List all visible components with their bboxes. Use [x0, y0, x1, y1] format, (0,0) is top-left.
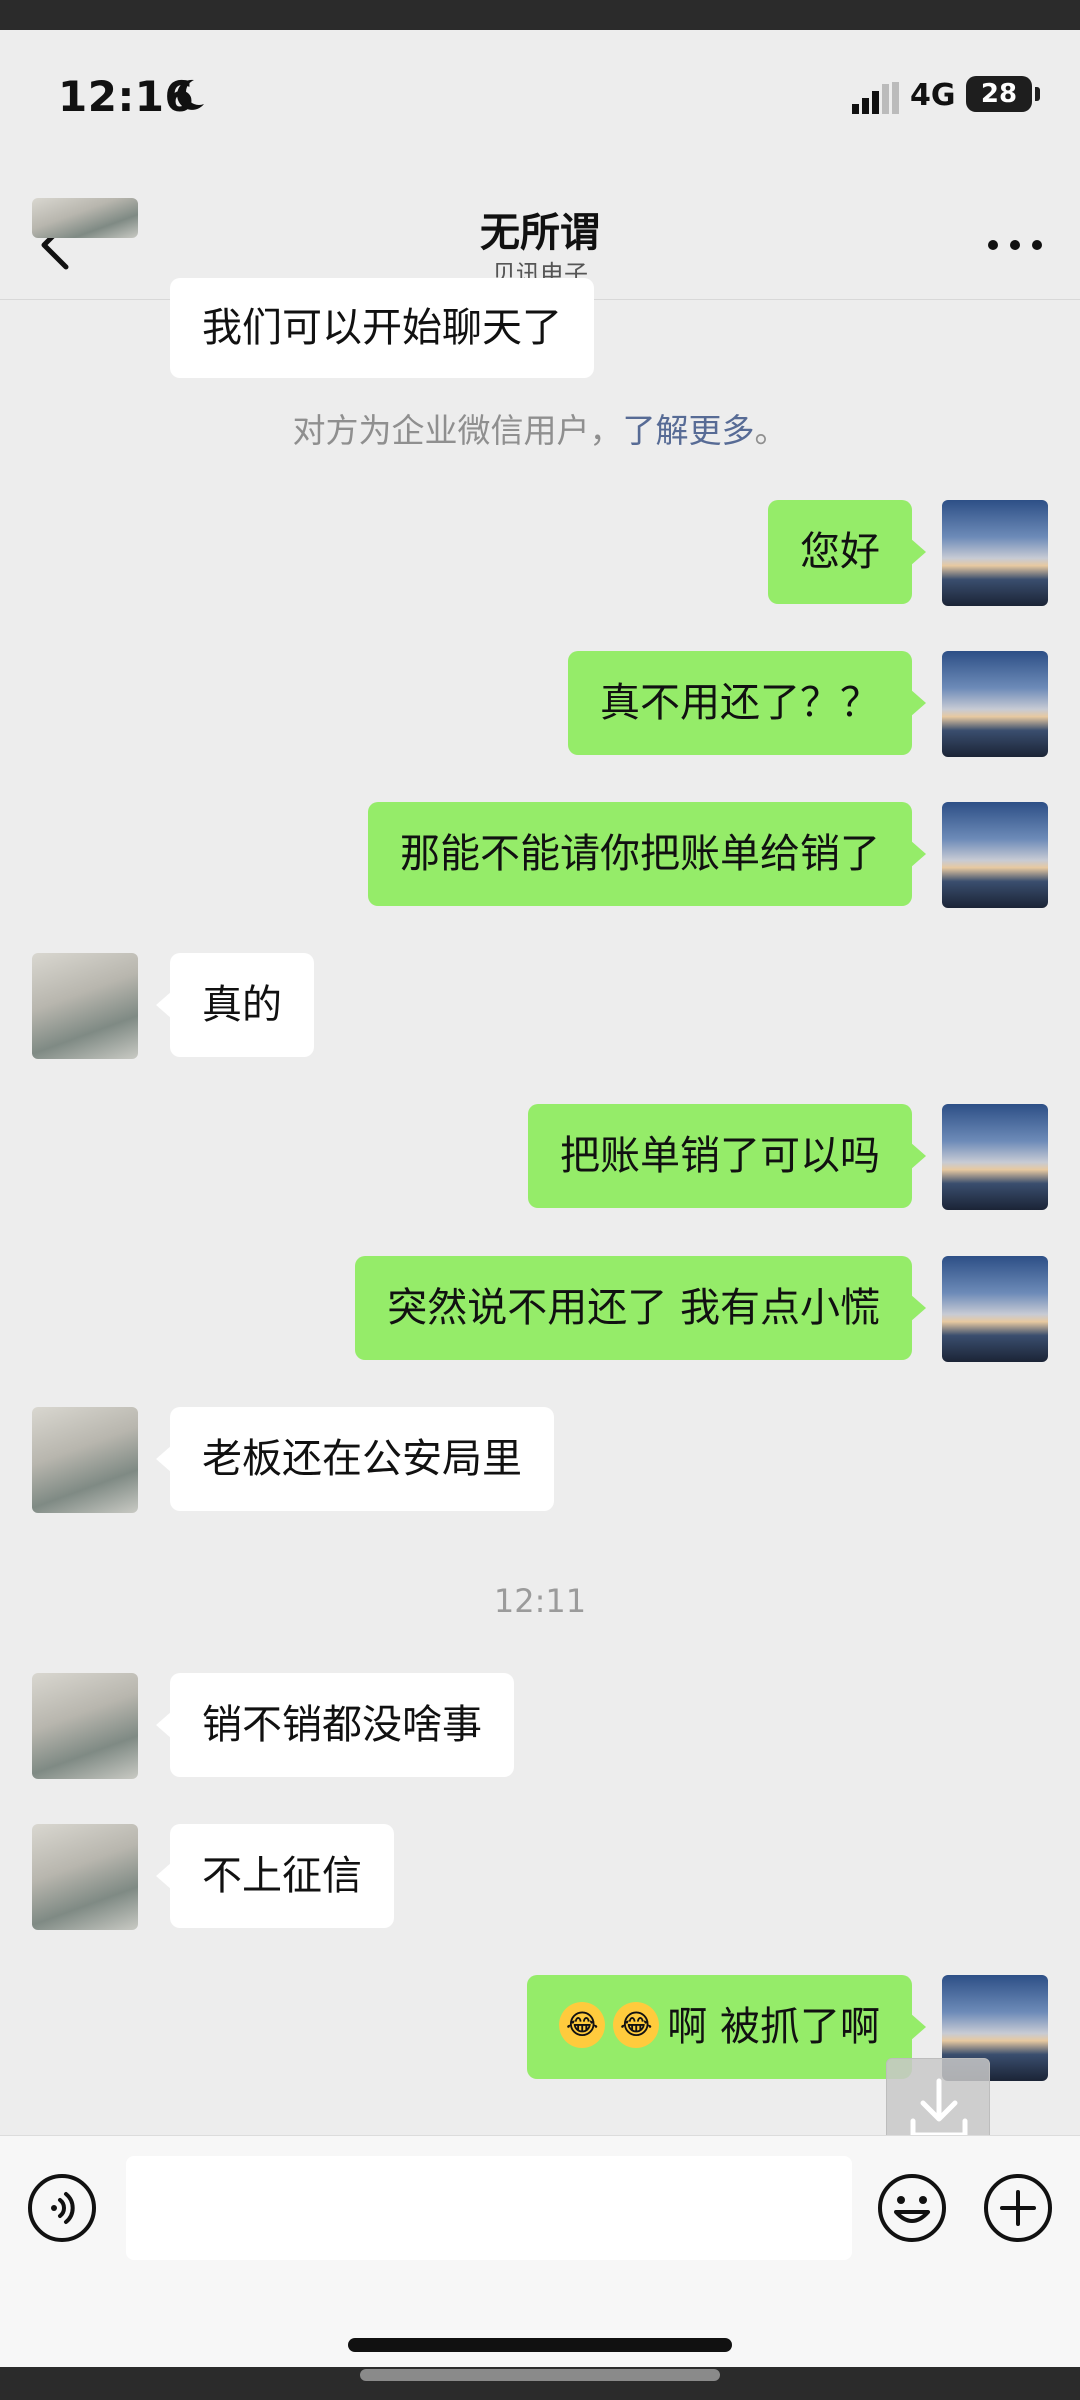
message-text: 啊 被抓了啊 [667, 2004, 880, 2050]
message-text: 真的 [202, 982, 282, 1028]
system-notice: 对方为企业微信用户，了解更多。 [292, 411, 788, 450]
message-bubble-incoming[interactable]: 销不销都没啥事 [156, 1673, 514, 1777]
message-text: 真不用还了？？ [600, 680, 880, 726]
contact-avatar[interactable] [32, 1407, 138, 1513]
message-input[interactable] [126, 2156, 852, 2260]
laughing-crying-emoji-icon: 😂 [613, 2002, 660, 2048]
message-bubble-incoming[interactable]: 真的 [156, 953, 314, 1057]
network-type: 4G [910, 78, 956, 113]
message-bubble-incoming[interactable]: 不上征信 [156, 1824, 394, 1928]
contact-avatar[interactable] [32, 953, 138, 1059]
scroll-pill [360, 2369, 720, 2381]
message-bubble-incoming[interactable]: 我们可以开始聊天了 [170, 278, 594, 378]
self-avatar[interactable] [942, 500, 1048, 606]
bottom-edge [0, 2367, 1080, 2400]
contact-avatar[interactable] [32, 198, 138, 238]
message-timestamp: 12:11 [493, 1582, 587, 1620]
voice-icon[interactable] [26, 2172, 98, 2244]
plus-icon[interactable] [982, 2172, 1054, 2244]
emoji-icon[interactable] [876, 2172, 948, 2244]
chat-title: 无所谓 [480, 210, 600, 256]
message-bubble-outgoing[interactable]: 那能不能请你把账单给销了 [368, 802, 926, 906]
more-dots-icon[interactable] [975, 225, 1055, 265]
laughing-crying-emoji-icon: 😂 [559, 2002, 606, 2048]
message-bubble-incoming[interactable]: 老板还在公安局里 [156, 1407, 554, 1511]
home-indicator [348, 2338, 732, 2352]
top-edge [0, 0, 1080, 30]
message-bubble-outgoing[interactable]: 真不用还了？？ [568, 651, 926, 755]
message-text: 突然说不用还了 我有点小慌 [387, 1285, 880, 1331]
message-text: 不上征信 [202, 1853, 362, 1899]
learn-more-link[interactable]: 了解更多 [623, 411, 755, 450]
contact-avatar[interactable] [32, 1824, 138, 1930]
message-text: 那能不能请你把账单给销了 [400, 831, 880, 877]
contact-avatar[interactable] [32, 1673, 138, 1779]
message-text: 销不销都没啥事 [202, 1702, 482, 1748]
message-text: 您好 [800, 529, 880, 575]
message-bubble-outgoing[interactable]: 突然说不用还了 我有点小慌 [355, 1256, 926, 1360]
self-avatar[interactable] [942, 1104, 1048, 1210]
self-avatar[interactable] [942, 802, 1048, 908]
message-text: 老板还在公安局里 [202, 1436, 522, 1482]
chat-screen: 12:16 4G 28 无所谓 贝讯电子 我们可以开始聊天了 对方为企业微信用户… [0, 30, 1080, 2367]
message-bubble-outgoing[interactable]: 😂 😂 啊 被抓了啊 [527, 1975, 926, 2079]
signal-icon [852, 82, 899, 114]
message-text: 我们可以开始聊天了 [202, 305, 562, 351]
message-bubble-outgoing[interactable]: 把账单销了可以吗 [528, 1104, 926, 1208]
self-avatar[interactable] [942, 651, 1048, 757]
self-avatar[interactable] [942, 1256, 1048, 1362]
moon-icon [177, 79, 204, 110]
message-bubble-outgoing[interactable]: 您好 [768, 500, 926, 604]
battery-indicator: 28 [966, 76, 1040, 112]
message-text: 把账单销了可以吗 [560, 1133, 880, 1179]
